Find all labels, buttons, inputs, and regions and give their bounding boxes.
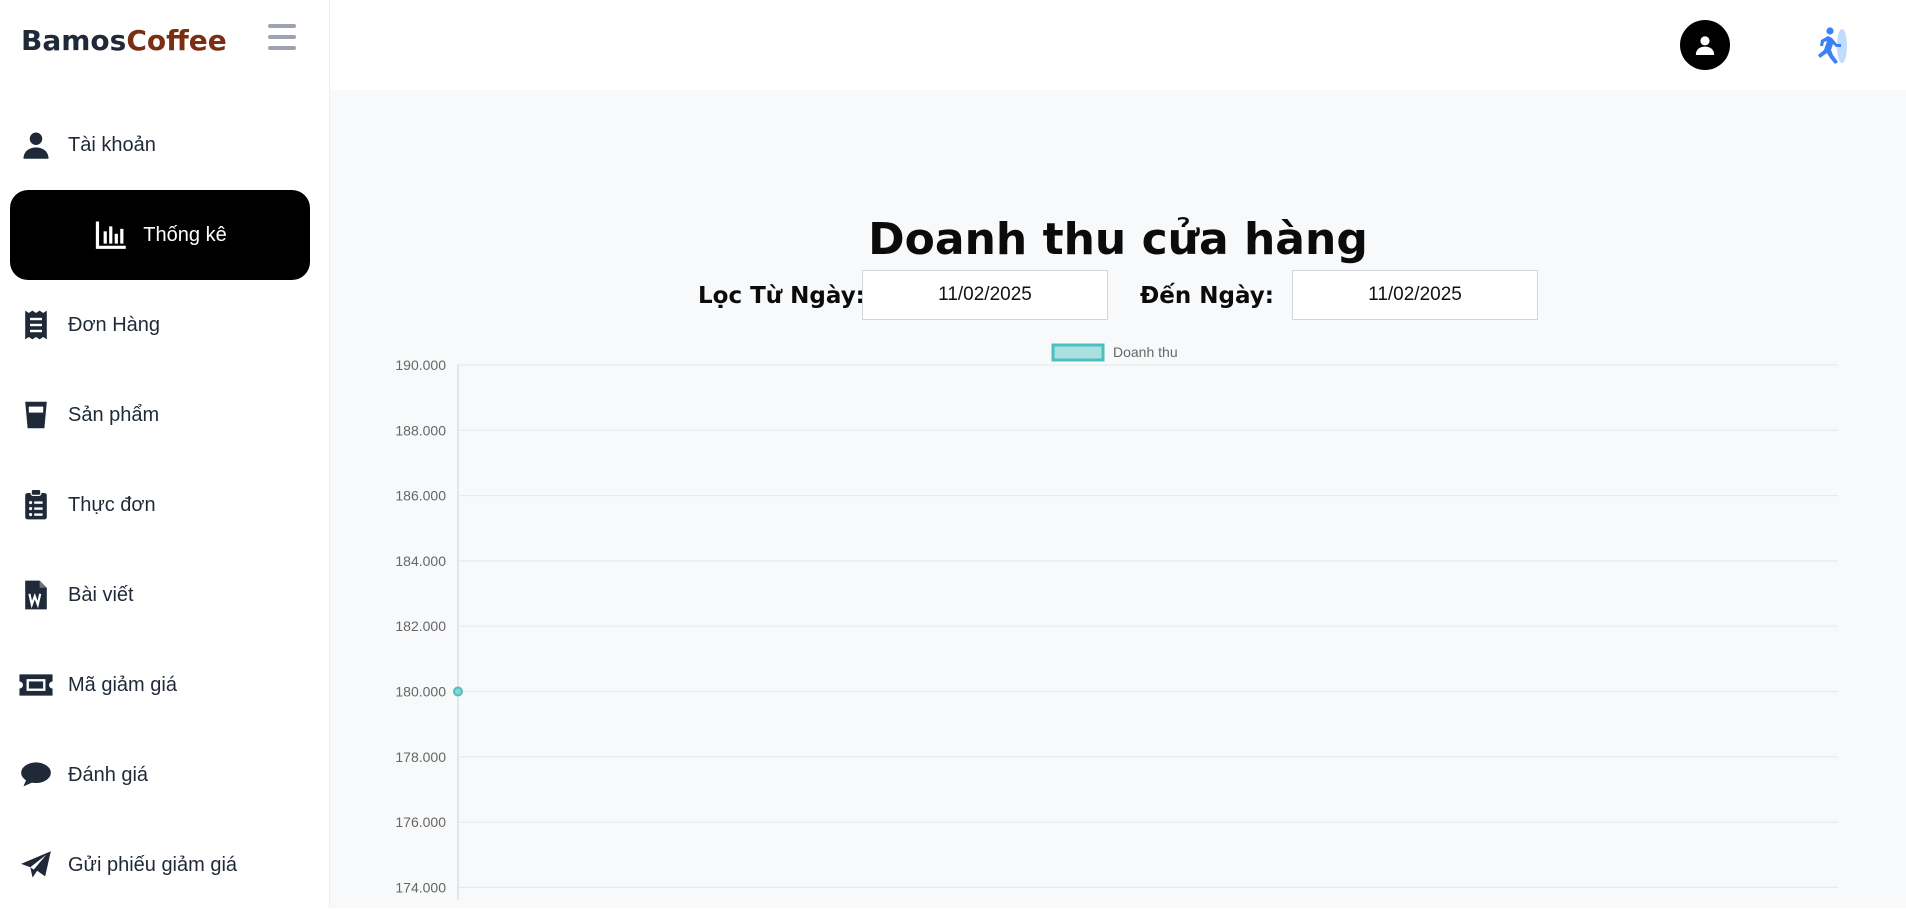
legend-label: Doanh thu	[1113, 344, 1178, 360]
sidebar-item-orders[interactable]: Đơn Hàng	[10, 280, 310, 370]
sidebar-item-label: Gửi phiếu giảm giá	[68, 853, 238, 876]
y-tick-label: 188.000	[395, 422, 446, 438]
clipboard-list-icon	[18, 487, 54, 523]
sidebar-item-label: Bài viết	[68, 583, 134, 606]
y-tick-label: 182.000	[395, 618, 446, 634]
chart-bar-icon	[93, 217, 129, 253]
sidebar-item-products[interactable]: Sản phẩm	[10, 370, 310, 460]
sidebar-item-label: Thực đơn	[68, 493, 156, 516]
user-icon	[18, 127, 54, 163]
sidebar-item-label: Tài khoản	[68, 133, 156, 156]
paper-plane-icon	[18, 847, 54, 883]
revenue-chart: Doanh thu 190.000 188.000 186.000 184.000 18…	[395, 343, 1838, 900]
from-date-input[interactable]	[862, 270, 1108, 320]
from-date-label: Lọc Từ Ngày:	[698, 283, 865, 309]
menu-toggle-icon[interactable]	[268, 24, 296, 50]
sidebar-item-account[interactable]: Tài khoản	[10, 100, 310, 190]
sidebar: BamosCoffee Tài khoản Thống kê Đơn Hàng	[0, 0, 330, 908]
sidebar-item-label: Thống kê	[143, 223, 227, 246]
sidebar-item-reviews[interactable]: Đánh giá	[10, 730, 310, 820]
y-tick-label: 190.000	[395, 357, 446, 373]
page-title: Doanh thu cửa hàng	[868, 214, 1368, 265]
sidebar-item-label: Sản phẩm	[68, 403, 160, 426]
top-header	[330, 0, 1906, 90]
sidebar-item-label: Mã giảm giá	[68, 673, 177, 696]
y-tick-label: 180.000	[395, 684, 446, 700]
y-tick-label: 178.000	[395, 749, 446, 765]
word-file-icon	[18, 577, 54, 613]
main-content: Doanh thu cửa hàng Lọc Từ Ngày: Đến Ngày…	[330, 90, 1906, 908]
brand-logo[interactable]: BamosCoffee	[21, 24, 227, 57]
sidebar-item-discount-codes[interactable]: Mã giảm giá	[10, 640, 310, 730]
chart-legend[interactable]: Doanh thu	[1051, 343, 1178, 362]
ticket-icon	[18, 667, 54, 703]
receipt-icon	[18, 307, 54, 343]
comment-icon	[18, 757, 54, 793]
sidebar-item-posts[interactable]: Bài viết	[10, 550, 310, 640]
y-tick-label: 174.000	[395, 879, 446, 895]
legend-swatch	[1051, 343, 1105, 362]
sidebar-item-menu[interactable]: Thực đơn	[10, 460, 310, 550]
sidebar-item-statistics[interactable]: Thống kê	[10, 190, 310, 280]
y-tick-label: 186.000	[395, 488, 446, 504]
sidebar-item-send-voucher[interactable]: Gửi phiếu giảm giá	[10, 820, 310, 910]
sidebar-item-label: Đơn Hàng	[68, 313, 161, 336]
y-tick-label: 176.000	[395, 814, 446, 830]
data-point[interactable]	[453, 686, 463, 697]
to-date-label: Đến Ngày:	[1140, 283, 1274, 309]
running-exit-icon[interactable]	[1808, 24, 1852, 68]
y-tick-label: 184.000	[395, 553, 446, 569]
cup-icon	[18, 397, 54, 433]
user-avatar-icon[interactable]	[1680, 20, 1730, 70]
sidebar-item-label: Đánh giá	[68, 763, 149, 786]
to-date-input[interactable]	[1292, 270, 1538, 320]
